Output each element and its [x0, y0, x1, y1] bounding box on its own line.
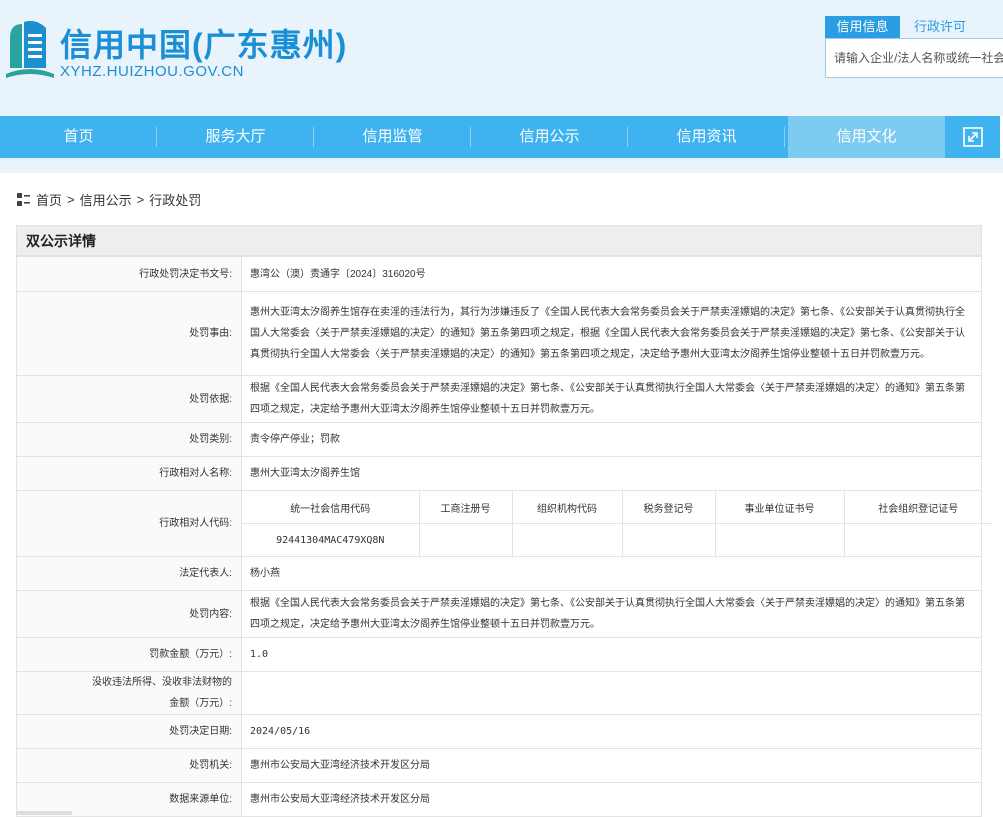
date-value: 2024/05/16 [241, 714, 982, 749]
search-box [825, 38, 1003, 78]
nav-item-home[interactable]: 首页 [0, 116, 157, 158]
search-tab-admin-license[interactable]: 行政许可 [905, 16, 975, 38]
nav-bottom-band [0, 158, 1003, 173]
code-header-tax-reg: 税务登记号 [621, 491, 716, 524]
fine-value: 1.0 [241, 637, 982, 672]
nav-item-label: 信用资讯 [676, 128, 737, 145]
table-row: 统一社会信用代码 工商注册号 组织机构代码 税务登记号 事业单位证书号 社会组织… [242, 491, 992, 524]
code-value-business-reg [418, 523, 513, 556]
nav-item-label: 信用文化 [836, 128, 897, 145]
nav-expand-button[interactable] [945, 116, 1000, 158]
table-row: 处罚机关: 惠州市公安局大亚湾经济技术开发区分局 [16, 748, 982, 783]
decision-no-label: 行政处罚决定书文号: [16, 256, 242, 292]
search-tab-credit-info[interactable]: 信用信息 [825, 16, 900, 38]
search-input[interactable] [826, 39, 1003, 77]
nav-item-credit-culture[interactable]: 信用文化 [788, 116, 945, 158]
content-label: 处罚内容: [16, 590, 242, 638]
table-row: 行政相对人代码: 统一社会信用代码 工商注册号 组织机构代码 税务登记号 事业单… [16, 490, 992, 557]
category-value: 责令停产停业；罚款 [241, 422, 982, 457]
breadcrumb-admin-penalty[interactable]: 行政处罚 [149, 190, 201, 209]
reason-label: 处罚事由: [16, 291, 242, 376]
nav-item-credit-supervision[interactable]: 信用监管 [314, 116, 471, 158]
site-header: 信用中国(广东惠州) XYHZ.HUIZHOU.GOV.CN 信用信息 行政许可 [0, 0, 1003, 116]
content-value: 根据《全国人民代表大会常务委员会关于严禁卖淫嫖娼的决定》第七条、《公安部关于认真… [241, 590, 982, 638]
panel-title: 双公示详情 [16, 225, 982, 256]
decision-no-value: 惠湾公（澳）责通字〔2024〕316020号 [241, 256, 982, 292]
table-row: 处罚依据: 根据《全国人民代表大会常务委员会关于严禁卖淫嫖娼的决定》第七条、《公… [16, 375, 982, 423]
site-domain: XYHZ.HUIZHOU.GOV.CN [60, 63, 244, 80]
nav-item-label: 信用监管 [362, 128, 423, 145]
detail-table: 行政处罚决定书文号: 惠湾公（澳）责通字〔2024〕316020号 处罚事由: … [16, 256, 992, 817]
table-row: 行政相对人名称: 惠州大亚湾太汐阁养生馆 [16, 456, 982, 491]
table-row: 处罚内容: 根据《全国人民代表大会常务委员会关于严禁卖淫嫖娼的决定》第七条、《公… [16, 590, 982, 638]
breadcrumb-separator: > [136, 192, 145, 207]
party-code-cell: 统一社会信用代码 工商注册号 组织机构代码 税务登记号 事业单位证书号 社会组织… [241, 490, 992, 557]
nav-item-label: 首页 [63, 128, 94, 145]
legal-rep-value: 杨小燕 [241, 556, 982, 591]
authority-label: 处罚机关: [16, 748, 242, 783]
table-row: 法定代表人: 杨小燕 [16, 556, 982, 591]
nav-item-label: 服务大厅 [205, 128, 266, 145]
expand-icon [962, 127, 983, 147]
breadcrumb: 首页 > 信用公示 > 行政处罚 [17, 190, 201, 209]
authority-value: 惠州市公安局大亚湾经济技术开发区分局 [241, 748, 982, 783]
table-row: 罚款金额（万元）: 1.0 [16, 637, 982, 672]
table-row: 92441304MAC479XQ8N [242, 523, 992, 556]
table-row: 处罚事由: 惠州大亚湾太汐阁养生馆存在卖淫的违法行为，其行为涉嫌违反了《全国人民… [16, 291, 982, 376]
party-name-value: 惠州大亚湾太汐阁养生馆 [241, 456, 982, 491]
confiscation-label: 没收违法所得、没收非法财物的 金额（万元）: [16, 671, 242, 715]
site-title[interactable]: 信用中国(广东惠州) [60, 20, 347, 66]
confiscation-label-line1: 没收违法所得、没收非法财物的 [92, 677, 232, 688]
breadcrumb-home[interactable]: 首页 [36, 190, 62, 209]
nav-item-credit-news[interactable]: 信用资讯 [628, 116, 785, 158]
basis-value: 根据《全国人民代表大会常务委员会关于严禁卖淫嫖娼的决定》第七条、《公安部关于认真… [241, 375, 982, 423]
code-value-social-org [843, 523, 992, 556]
table-row: 处罚决定日期: 2024/05/16 [16, 714, 982, 749]
source-value: 惠州市公安局大亚湾经济技术开发区分局 [241, 782, 982, 817]
main-nav: 首页 服务大厅 信用监管 信用公示 信用资讯 信用文化 [0, 116, 1000, 158]
code-value-tax-reg [621, 523, 716, 556]
confiscation-value [241, 671, 982, 715]
code-header-business-reg: 工商注册号 [418, 491, 513, 524]
table-row: 处罚类别: 责令停产停业；罚款 [16, 422, 982, 457]
code-header-institution-cert: 事业单位证书号 [714, 491, 845, 524]
table-row: 没收违法所得、没收非法财物的 金额（万元）: [16, 671, 982, 715]
site-logo-icon[interactable] [4, 18, 56, 82]
breadcrumb-separator: > [67, 192, 75, 207]
nav-item-label: 信用公示 [519, 128, 580, 145]
breadcrumb-credit-publicity[interactable]: 信用公示 [80, 190, 132, 209]
legal-rep-label: 法定代表人: [16, 556, 242, 591]
nav-item-credit-publicity[interactable]: 信用公示 [471, 116, 628, 158]
nav-item-service-hall[interactable]: 服务大厅 [157, 116, 314, 158]
category-label: 处罚类别: [16, 422, 242, 457]
party-code-table: 统一社会信用代码 工商注册号 组织机构代码 税务登记号 事业单位证书号 社会组织… [242, 491, 992, 556]
bottom-divider [16, 811, 72, 815]
basis-label: 处罚依据: [16, 375, 242, 423]
code-header-social-org: 社会组织登记证号 [843, 491, 992, 524]
code-value-institution-cert [714, 523, 845, 556]
code-value-uscc: 92441304MAC479XQ8N [242, 523, 420, 556]
code-value-org-code [511, 523, 623, 556]
grid-icon [17, 193, 30, 206]
table-row: 行政处罚决定书文号: 惠湾公（澳）责通字〔2024〕316020号 [16, 256, 982, 292]
code-header-org-code: 组织机构代码 [511, 491, 623, 524]
party-code-label: 行政相对人代码: [16, 490, 242, 557]
table-row: 数据来源单位: 惠州市公安局大亚湾经济技术开发区分局 [16, 782, 982, 817]
confiscation-label-line2: 金额（万元）: [169, 698, 232, 709]
code-header-uscc: 统一社会信用代码 [242, 491, 420, 524]
fine-label: 罚款金额（万元）: [16, 637, 242, 672]
reason-value: 惠州大亚湾太汐阁养生馆存在卖淫的违法行为，其行为涉嫌违反了《全国人民代表大会常务… [241, 291, 982, 376]
date-label: 处罚决定日期: [16, 714, 242, 749]
party-name-label: 行政相对人名称: [16, 456, 242, 491]
